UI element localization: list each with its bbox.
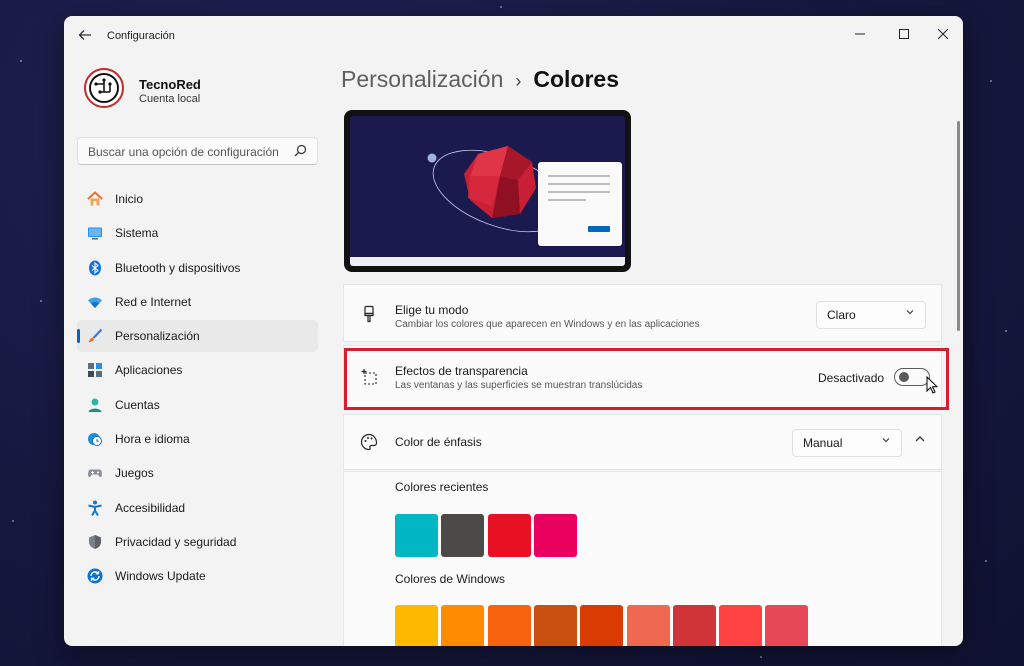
sidebar-item-label: Sistema bbox=[115, 226, 159, 241]
bluetooth-icon bbox=[87, 260, 103, 276]
sidebar-item-cuentas[interactable]: Cuentas bbox=[77, 389, 318, 421]
sidebar-item-sistema[interactable]: Sistema bbox=[77, 217, 318, 249]
mode-description: Cambiar los colores que aparecen en Wind… bbox=[395, 319, 700, 330]
accent-dropdown[interactable]: Manual bbox=[792, 429, 902, 457]
sidebar-item-juegos[interactable]: Juegos bbox=[77, 457, 318, 489]
recent-color-swatch[interactable] bbox=[487, 514, 531, 557]
recent-color-swatch[interactable] bbox=[533, 514, 577, 557]
sidebar-item-privacidad[interactable]: Privacidad y seguridad bbox=[77, 526, 318, 558]
sidebar-item-label: Accesibilidad bbox=[115, 500, 186, 515]
preview-taskbar bbox=[350, 257, 625, 266]
scrollbar[interactable] bbox=[957, 121, 960, 331]
sidebar-nav: Inicio Sistema Bluetooth y dispositivos … bbox=[77, 183, 318, 595]
preview-window bbox=[538, 162, 622, 246]
gamepad-icon bbox=[87, 465, 103, 481]
breadcrumb: Personalización › Colores bbox=[341, 66, 619, 93]
sidebar-item-label: Red e Internet bbox=[115, 294, 192, 309]
search-input[interactable]: Buscar una opción de configuración bbox=[77, 137, 318, 165]
sidebar-item-bluetooth[interactable]: Bluetooth y dispositivos bbox=[77, 252, 318, 284]
home-icon bbox=[87, 191, 103, 207]
palette-icon bbox=[360, 433, 378, 451]
app-title: Configuración bbox=[107, 30, 175, 42]
apps-icon bbox=[87, 362, 103, 378]
mode-title: Elige tu modo bbox=[395, 303, 469, 317]
theme-preview bbox=[344, 110, 631, 272]
recent-color-swatch[interactable] bbox=[395, 514, 438, 557]
windows-color-swatch[interactable] bbox=[672, 605, 716, 646]
search-icon[interactable] bbox=[294, 144, 308, 158]
sidebar-item-label: Hora e idioma bbox=[115, 432, 190, 447]
profile-name: TecnoRed bbox=[139, 77, 201, 92]
monitor-icon bbox=[87, 225, 103, 241]
sidebar-item-label: Bluetooth y dispositivos bbox=[115, 260, 241, 275]
mode-card: Elige tu modo Cambiar los colores que ap… bbox=[343, 284, 942, 342]
sidebar-item-accesibilidad[interactable]: Accesibilidad bbox=[77, 492, 318, 524]
windows-color-swatch[interactable] bbox=[580, 605, 624, 646]
sidebar-item-hora[interactable]: Hora e idioma bbox=[77, 423, 318, 455]
search-placeholder: Buscar una opción de configuración bbox=[88, 145, 279, 159]
chevron-up-icon[interactable] bbox=[914, 432, 930, 448]
minimize-icon[interactable] bbox=[842, 22, 878, 48]
chevron-down-icon bbox=[905, 307, 915, 320]
sidebar-item-label: Cuentas bbox=[115, 397, 160, 412]
windows-color-swatch[interactable] bbox=[533, 605, 577, 646]
accent-colors-panel: Colores recientes Colores de Windows bbox=[343, 471, 942, 646]
accessibility-icon bbox=[87, 500, 103, 516]
windows-color-swatch[interactable] bbox=[487, 605, 531, 646]
windows-color-swatch[interactable] bbox=[395, 605, 438, 646]
windows-color-swatch[interactable] bbox=[441, 605, 485, 646]
sidebar-item-label: Aplicaciones bbox=[115, 363, 183, 378]
windows-color-swatch[interactable] bbox=[765, 605, 809, 646]
recent-colors-label: Colores recientes bbox=[395, 480, 489, 494]
person-icon bbox=[87, 397, 103, 413]
sidebar-item-label: Windows Update bbox=[115, 569, 206, 584]
back-arrow-icon[interactable] bbox=[78, 28, 94, 44]
settings-window: Configuración TecnoRed Cuenta local Busc… bbox=[64, 16, 963, 646]
mouse-cursor-icon bbox=[926, 375, 939, 394]
shield-icon bbox=[87, 534, 103, 550]
accent-title: Color de énfasis bbox=[395, 435, 482, 449]
accent-card: Color de énfasis Manual bbox=[343, 414, 942, 470]
sidebar-item-label: Inicio bbox=[115, 192, 144, 206]
maximize-icon[interactable] bbox=[886, 22, 922, 48]
clock-globe-icon bbox=[87, 431, 103, 447]
sidebar-item-aplicaciones[interactable]: Aplicaciones bbox=[77, 354, 318, 386]
chevron-down-icon bbox=[881, 435, 891, 448]
avatar[interactable] bbox=[84, 68, 124, 108]
sidebar-item-red[interactable]: Red e Internet bbox=[77, 286, 318, 318]
highlight-box bbox=[344, 348, 949, 410]
sidebar-item-label: Juegos bbox=[115, 466, 154, 481]
sidebar-item-label: Privacidad y seguridad bbox=[115, 534, 237, 549]
profile-account-type: Cuenta local bbox=[139, 93, 201, 105]
sidebar-item-label: Personalización bbox=[115, 329, 200, 344]
mode-dropdown-value: Claro bbox=[827, 308, 856, 322]
windows-color-swatch[interactable] bbox=[719, 605, 763, 646]
windows-color-swatch[interactable] bbox=[626, 605, 670, 646]
preview-desktop bbox=[350, 116, 625, 266]
breadcrumb-separator: › bbox=[515, 71, 522, 91]
paintbrush-icon bbox=[360, 305, 378, 323]
brush-icon bbox=[87, 328, 103, 344]
page-title: Colores bbox=[533, 66, 620, 92]
sidebar-item-inicio[interactable]: Inicio bbox=[77, 183, 318, 215]
recent-color-swatch[interactable] bbox=[441, 514, 485, 557]
accent-dropdown-value: Manual bbox=[803, 436, 843, 450]
title-bar: Configuración bbox=[64, 16, 963, 56]
wifi-icon bbox=[87, 294, 103, 310]
breadcrumb-parent[interactable]: Personalización bbox=[341, 66, 503, 92]
windows-colors-label: Colores de Windows bbox=[395, 572, 506, 586]
sidebar-item-personalizacion[interactable]: Personalización bbox=[77, 320, 318, 353]
sidebar-item-windows-update[interactable]: Windows Update bbox=[77, 560, 318, 592]
update-icon bbox=[87, 568, 103, 584]
close-icon[interactable] bbox=[925, 22, 961, 48]
mode-dropdown[interactable]: Claro bbox=[816, 301, 926, 329]
